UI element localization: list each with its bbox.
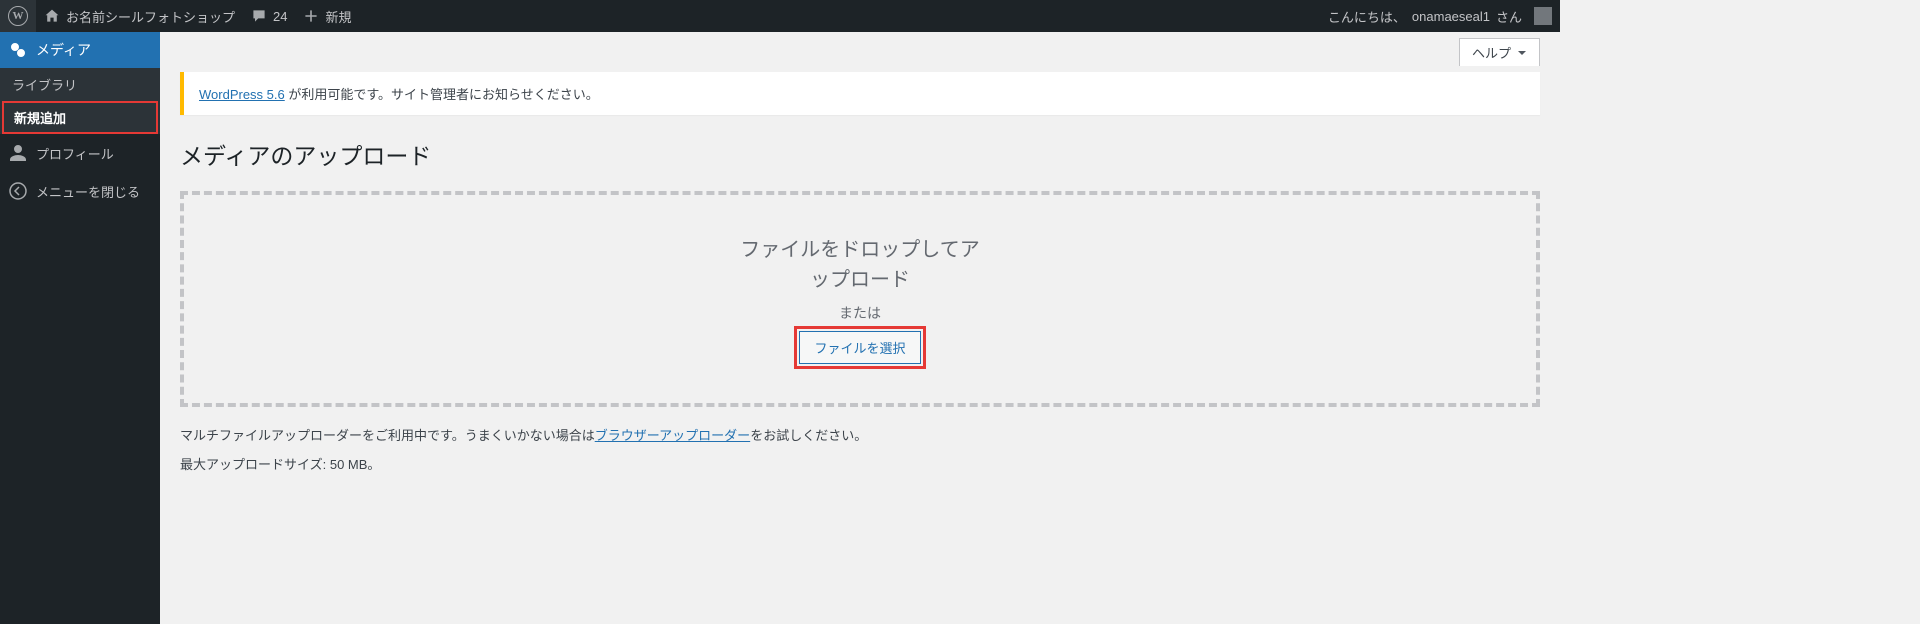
comment-icon xyxy=(251,8,267,24)
notice-link[interactable]: WordPress 5.6 xyxy=(199,87,285,102)
drop-title: ファイルをドロップしてアップロード xyxy=(740,235,980,295)
admin-sidebar: メディア ライブラリ 新規追加 プロフィール メニューを閉じる xyxy=(0,32,160,624)
new-label: 新規 xyxy=(325,7,351,26)
sidebar-collapse[interactable]: メニューを閉じる xyxy=(0,172,160,210)
upload-drop-zone[interactable]: ファイルをドロップしてアップロード または ファイルを選択 xyxy=(180,191,1540,407)
wordpress-logo-icon xyxy=(8,6,28,26)
sidebar-item-label: メニューを閉じる xyxy=(36,182,140,201)
sidebar-item-label: メディア xyxy=(36,40,91,60)
uploader-note-post: をお試しください。 xyxy=(750,428,867,443)
media-icon xyxy=(8,40,28,60)
sidebar-item-label: プロフィール xyxy=(36,144,114,163)
plus-icon xyxy=(303,8,319,24)
admin-toolbar: お名前シールフォトショップ 24 新規 こんにちは、 onamaeseal1 さ… xyxy=(0,0,1560,32)
avatar xyxy=(1534,7,1552,25)
user-icon xyxy=(8,143,28,163)
uploader-note-pre: マルチファイルアップローダーをご利用中です。うまくいかない場合は xyxy=(180,428,595,443)
help-tab[interactable]: ヘルプ xyxy=(1459,38,1540,66)
sidebar-subitem-library[interactable]: ライブラリ xyxy=(0,68,160,101)
wp-logo-menu[interactable] xyxy=(0,0,36,32)
greeting-suffix: さん xyxy=(1496,7,1522,26)
comments-count: 24 xyxy=(273,9,287,24)
notice-text: が利用可能です。サイト管理者にお知らせください。 xyxy=(285,87,599,102)
sidebar-subitem-label: 新規追加 xyxy=(14,111,66,126)
drop-or: または xyxy=(839,303,881,323)
sidebar-subitem-add-new[interactable]: 新規追加 xyxy=(2,101,158,134)
uploader-note: マルチファイルアップローダーをご利用中です。うまくいかない場合はブラウザーアップ… xyxy=(180,425,1540,444)
browser-uploader-link[interactable]: ブラウザーアップローダー xyxy=(595,428,750,443)
new-content-link[interactable]: 新規 xyxy=(295,0,359,32)
main-content: ヘルプ WordPress 5.6 が利用可能です。サイト管理者にお知らせくださ… xyxy=(160,32,1560,624)
home-icon xyxy=(44,8,60,24)
greeting-prefix: こんにちは、 xyxy=(1328,7,1406,26)
site-name: お名前シールフォトショップ xyxy=(66,7,235,26)
update-notice: WordPress 5.6 が利用可能です。サイト管理者にお知らせください。 xyxy=(180,72,1540,115)
sidebar-submenu-media: ライブラリ 新規追加 xyxy=(0,68,160,134)
sidebar-item-media[interactable]: メディア xyxy=(0,32,160,68)
max-upload-size: 最大アップロードサイズ: 50 MB。 xyxy=(180,454,1540,473)
account-menu[interactable]: こんにちは、 onamaeseal1 さん xyxy=(1320,0,1560,32)
sidebar-subitem-label: ライブラリ xyxy=(12,78,77,93)
username: onamaeseal1 xyxy=(1412,9,1490,24)
site-link[interactable]: お名前シールフォトショップ xyxy=(36,0,243,32)
chevron-down-icon xyxy=(1517,48,1527,58)
comments-link[interactable]: 24 xyxy=(243,0,295,32)
sidebar-item-profile[interactable]: プロフィール xyxy=(0,134,160,172)
collapse-icon xyxy=(8,181,28,201)
select-files-button[interactable]: ファイルを選択 xyxy=(799,331,920,364)
help-label: ヘルプ xyxy=(1472,43,1511,62)
page-title: メディアのアップロード xyxy=(180,137,1540,171)
